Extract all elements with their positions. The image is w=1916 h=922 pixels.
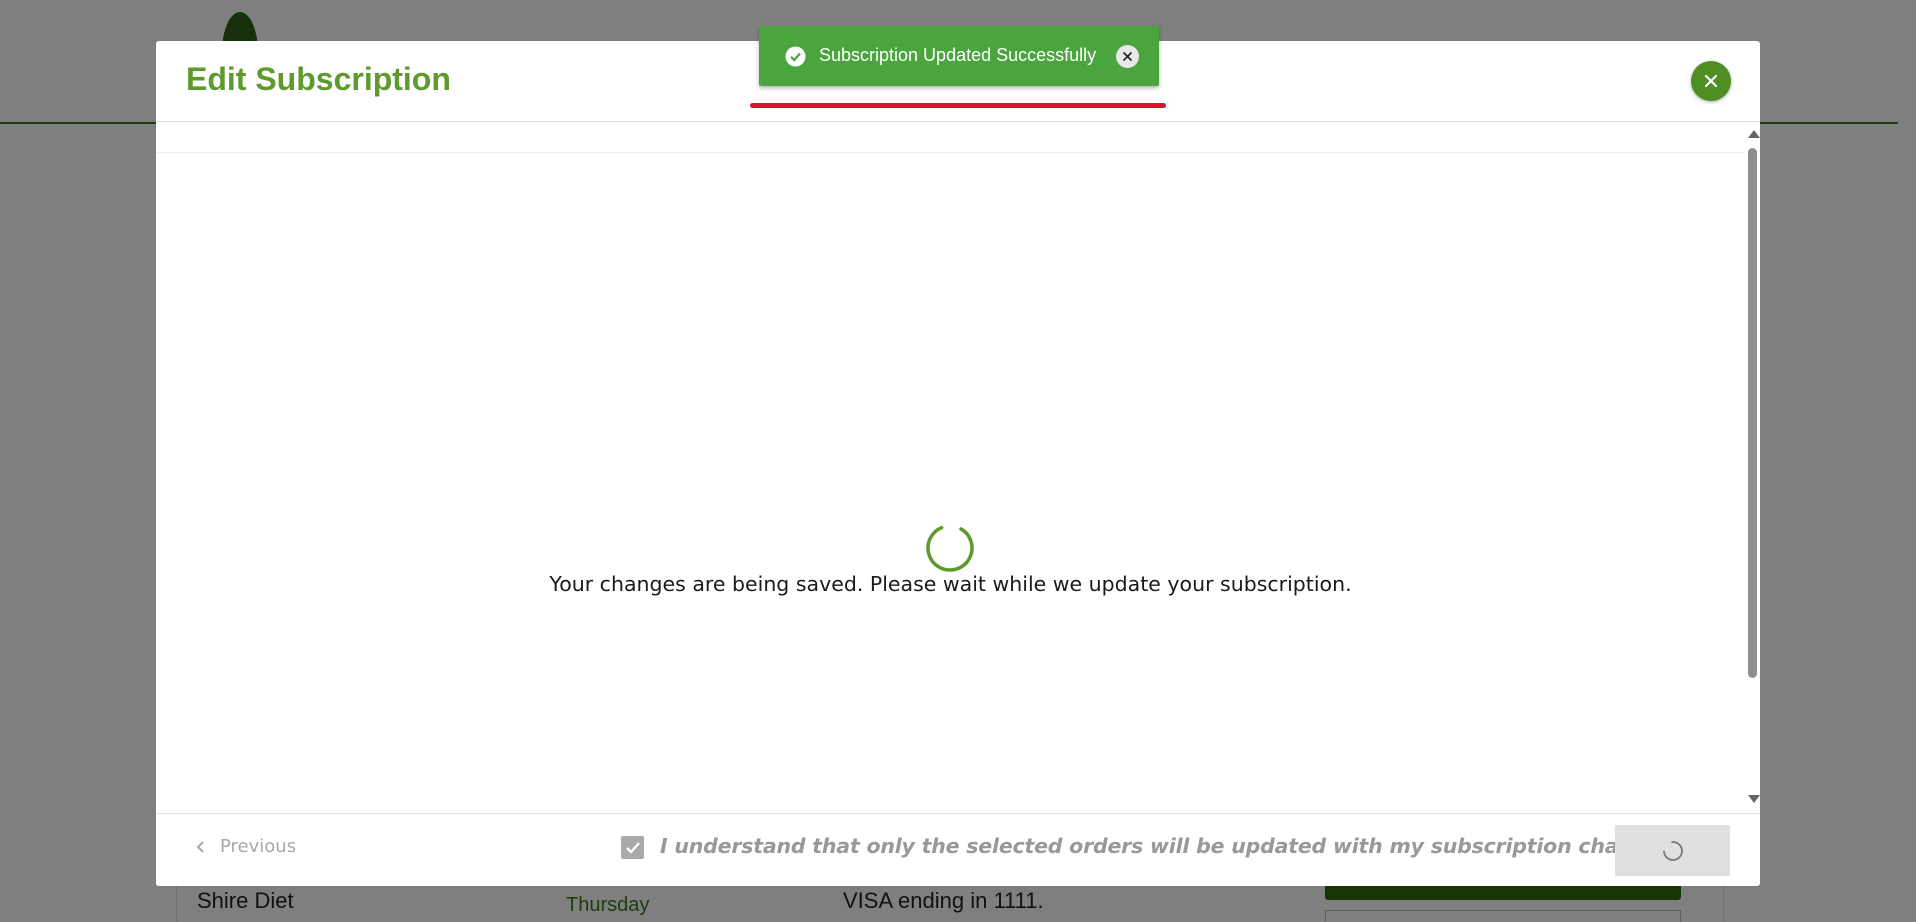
highlight-underline: [750, 103, 1166, 108]
previous-label: Previous: [220, 836, 297, 857]
scroll-thumb[interactable]: [1748, 148, 1757, 678]
agree-checkbox[interactable]: [621, 836, 644, 859]
modal-scrollbar[interactable]: [1745, 123, 1760, 813]
check-circle-icon: [785, 46, 806, 67]
submit-button[interactable]: [1615, 825, 1730, 876]
scroll-down-arrow-icon[interactable]: [1748, 795, 1760, 803]
success-toast: Subscription Updated Successfully: [759, 26, 1159, 86]
loading-spinner-icon: [926, 524, 974, 572]
chevron-left-icon: [196, 840, 204, 853]
toast-close-button[interactable]: [1116, 45, 1139, 68]
edit-subscription-modal: Edit Subscription Your changes are being…: [156, 41, 1760, 886]
close-icon: [1704, 74, 1718, 88]
agree-label: I understand that only the selected orde…: [660, 834, 1681, 858]
body-divider: [156, 152, 1745, 153]
checkmark-icon: [625, 841, 640, 854]
previous-button[interactable]: Previous: [196, 836, 296, 857]
saving-message: Your changes are being saved. Please wai…: [549, 572, 1352, 596]
modal-body: Your changes are being saved. Please wai…: [156, 123, 1745, 813]
modal-close-button[interactable]: [1691, 61, 1731, 101]
modal-footer: Previous I understand that only the sele…: [156, 813, 1760, 886]
loading-spinner-icon: [1662, 840, 1683, 861]
scroll-up-arrow-icon[interactable]: [1748, 130, 1760, 138]
toast-message: Subscription Updated Successfully: [819, 45, 1097, 65]
close-icon: [1122, 51, 1133, 62]
modal-title: Edit Subscription: [186, 61, 451, 97]
